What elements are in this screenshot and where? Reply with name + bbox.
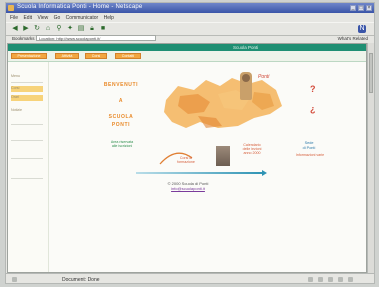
sidebar-item-corsi[interactable]: Corsi [11, 86, 43, 92]
composer-icon[interactable] [328, 277, 333, 282]
tab-contatti[interactable]: Contatti [115, 53, 141, 59]
netscape-icon [8, 5, 14, 11]
sidebar-divider [11, 158, 43, 159]
status-text: Document: Done [62, 277, 100, 283]
sidebar-item-notizie[interactable]: Notizie [11, 108, 43, 114]
section-divider [136, 172, 264, 174]
editor-icon[interactable] [348, 277, 353, 282]
mail-icon[interactable] [318, 277, 323, 282]
right-info-subtext[interactable]: Informazioni varie [282, 153, 338, 157]
menu-edit[interactable]: Edit [23, 15, 32, 21]
site-sidebar: Menu Corsi Orari Notizie [8, 62, 49, 272]
home-icon[interactable]: ⌂ [44, 25, 52, 33]
security-icon[interactable]: 🔒︎ [88, 25, 96, 33]
welcome-line-1: BENVENUTI [103, 82, 139, 88]
guide-icon[interactable]: ✦ [66, 25, 74, 33]
minimize-icon[interactable]: _ [350, 5, 356, 11]
scrollbar-thumb[interactable] [369, 53, 373, 93]
netscape-throbber-icon: N [358, 25, 366, 33]
logo-mark-text: Ponti [258, 74, 270, 80]
arrow-right-icon [262, 170, 267, 176]
site-header: Scuola Ponti [8, 44, 366, 51]
browser-window: Scuola Informatica Ponti - Home - Netsca… [5, 2, 375, 284]
menu-communicator[interactable]: Communicator [66, 15, 99, 21]
maximize-icon[interactable]: □ [358, 5, 364, 11]
menu-view[interactable]: View [37, 15, 48, 21]
sidebar-item-menu[interactable]: Menu [11, 74, 43, 80]
footer-email-link[interactable]: info@scuolaponti.it [148, 186, 228, 191]
info-icon: ¿ [310, 104, 316, 114]
left-info-text[interactable]: Area riservata alle iscrizioni [94, 140, 150, 148]
title-bar: Scuola Informatica Ponti - Home - Netsca… [6, 3, 374, 13]
security-status-icon[interactable] [12, 277, 17, 282]
calendar-text[interactable]: Calendario delle lezioni anno 2000 [226, 143, 278, 155]
sidebar-divider [11, 178, 43, 179]
right-info-text[interactable]: Sede di Ponti [284, 141, 334, 150]
window-title: Scuola Informatica Ponti - Home - Netsca… [17, 4, 143, 10]
sidebar-divider [11, 140, 43, 141]
search-icon[interactable]: ⚲ [55, 25, 63, 33]
close-icon[interactable]: × [366, 5, 372, 11]
welcome-line-3: SCUOLA [108, 114, 134, 120]
header-title: Scuola Ponti [233, 45, 259, 50]
bookmarks-button[interactable]: Bookmarks [12, 36, 35, 41]
newsgroup-icon[interactable] [338, 277, 343, 282]
reload-icon[interactable]: ↻ [33, 25, 41, 33]
tab-presentazione[interactable]: Presentazione [11, 53, 47, 59]
sidebar-divider [11, 82, 43, 83]
vertical-scrollbar[interactable] [367, 43, 374, 273]
statue-head [242, 74, 250, 82]
page-content: Scuola Ponti Presentazione Attività Cors… [7, 43, 367, 273]
location-bar: Bookmarks Location: http://www.scuolapon… [6, 34, 374, 42]
menu-go[interactable]: Go [54, 15, 61, 21]
status-bar: Document: Done [6, 273, 374, 283]
welcome-line-4: PONTI [111, 122, 131, 128]
question-mark-icon: ? [310, 84, 316, 94]
menu-bar: File Edit View Go Communicator Help [6, 13, 374, 22]
stop-icon[interactable]: ■ [99, 25, 107, 33]
url-text: Location: http://www.scuolaponti.it/ [39, 36, 101, 41]
whats-related-button[interactable]: What's Related [338, 36, 368, 41]
site-nav: Presentazione Attività Corsi Contatti [8, 51, 366, 62]
back-icon[interactable]: ◀ [11, 25, 19, 33]
url-field[interactable]: Location: http://www.scuolaponti.it/ [36, 35, 156, 41]
tab-attivita[interactable]: Attività [55, 53, 79, 59]
sidebar-item-orari[interactable]: Orari [11, 95, 43, 101]
welcome-line-2: A [118, 98, 124, 104]
sidebar-divider [11, 124, 43, 125]
center-info-text[interactable]: Corsi di formazione [166, 156, 206, 164]
tab-corsi[interactable]: Corsi [85, 53, 107, 59]
menu-file[interactable]: File [10, 15, 18, 21]
forward-icon[interactable]: ▶ [22, 25, 30, 33]
menu-help[interactable]: Help [104, 15, 114, 21]
component-icon[interactable] [308, 277, 313, 282]
print-icon[interactable]: ▤ [77, 25, 85, 33]
page-footer: © 2000 Scuola di Ponti info@scuolaponti.… [148, 181, 228, 191]
